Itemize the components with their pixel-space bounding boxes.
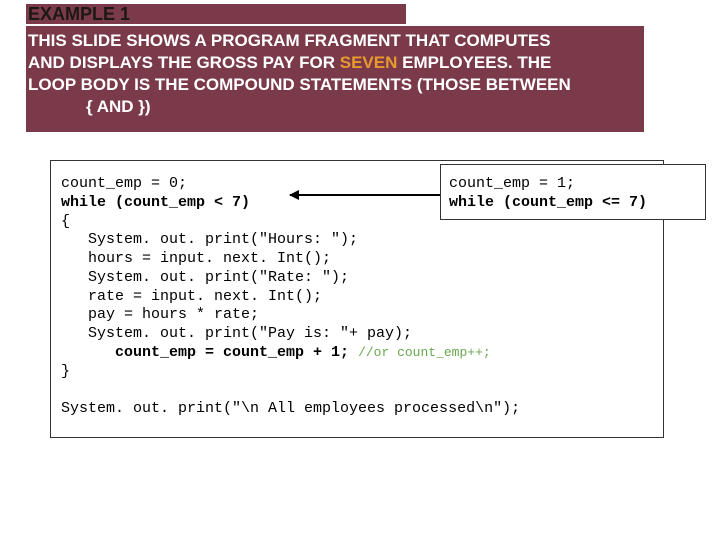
code-l10a: count_emp = count_emp + 1; — [61, 344, 358, 361]
code-l3: { — [61, 213, 70, 230]
code-l8: pay = hours * rate; — [61, 306, 259, 323]
desc-seven: SEVEN — [340, 53, 398, 72]
alt-l2b: (count_emp <= 7) — [494, 194, 647, 211]
desc-line-2: AND DISPLAYS THE GROSS PAY FOR SEVEN EMP… — [28, 52, 638, 74]
desc-line-4: { AND }) — [86, 96, 638, 118]
code-l1: count_emp = 0; — [61, 175, 187, 192]
code-l2b: (count_emp < 7) — [106, 194, 250, 211]
code-l13: System. out. print("\n All employees pro… — [61, 400, 520, 417]
alt-l2a: while — [449, 194, 494, 211]
code-l7: rate = input. next. Int(); — [61, 288, 322, 305]
arrow-connector — [290, 194, 440, 196]
alt-code-box: count_emp = 1; while (count_emp <= 7) — [440, 164, 706, 220]
code-l4: System. out. print("Hours: "); — [61, 231, 358, 248]
desc-line-2c: EMPLOYEES. THE — [397, 53, 551, 72]
code-l6: System. out. print("Rate: "); — [61, 269, 349, 286]
desc-line-3: LOOP BODY IS THE COMPOUND STATEMENTS (TH… — [28, 74, 638, 96]
code-l10b: //or count_emp++; — [358, 345, 491, 360]
alt-l1: count_emp = 1; — [449, 175, 575, 192]
code-l5: hours = input. next. Int(); — [61, 250, 331, 267]
code-l9: System. out. print("Pay is: "+ pay); — [61, 325, 412, 342]
desc-line-1: THIS SLIDE SHOWS A PROGRAM FRAGMENT THAT… — [28, 30, 638, 52]
code-l11: } — [61, 363, 70, 380]
title-bar: EXAMPLE 1 — [26, 4, 406, 24]
code-l2a: while — [61, 194, 106, 211]
description-block: THIS SLIDE SHOWS A PROGRAM FRAGMENT THAT… — [26, 26, 644, 132]
title-text: EXAMPLE 1 — [28, 4, 130, 25]
desc-line-2a: AND DISPLAYS THE GROSS PAY FOR — [28, 53, 340, 72]
